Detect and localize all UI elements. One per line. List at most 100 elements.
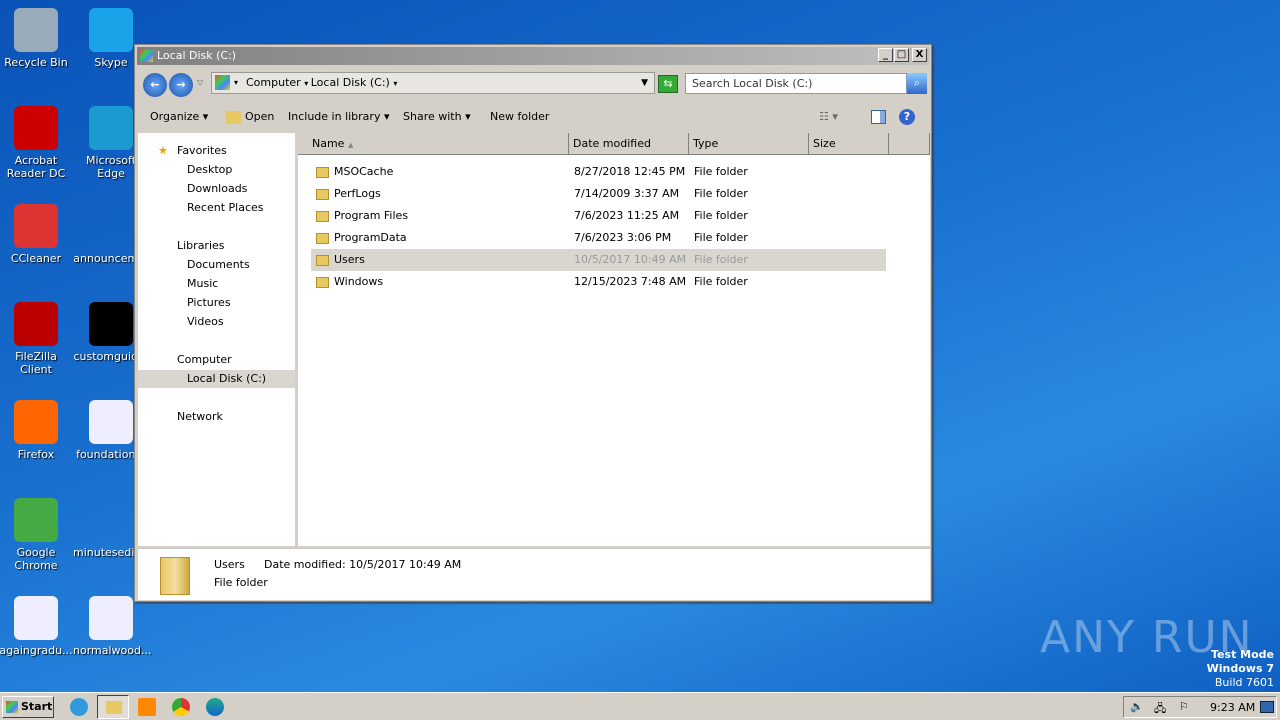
edge-icon[interactable] (206, 698, 224, 716)
file-row[interactable]: MSOCache 8/27/2018 12:45 PM File folder (311, 161, 886, 183)
folder-icon (316, 277, 329, 288)
address-dropdown[interactable]: ▼ (641, 73, 648, 93)
window-title: Local Disk (C:) (157, 49, 237, 62)
nav-recent-places[interactable]: Recent Places (187, 199, 264, 217)
nav-music[interactable]: Music (187, 275, 218, 293)
folder-icon (106, 701, 122, 714)
nav-downloads[interactable]: Downloads (187, 180, 247, 198)
file-row[interactable]: Users 10/5/2017 10:49 AM File folder (311, 249, 886, 271)
nav-computer[interactable]: Computer (177, 351, 232, 369)
action-center-flag-icon[interactable]: ⚐ (1179, 700, 1189, 713)
nav-desktop[interactable]: Desktop (187, 161, 232, 179)
file-name: PerfLogs (334, 187, 381, 200)
network-icon[interactable]: 🖧 (1154, 700, 1166, 719)
desktop-icon[interactable]: Google Chrome (0, 498, 74, 572)
volume-icon[interactable]: 🔈 (1130, 700, 1144, 713)
nav-libraries[interactable]: Libraries (177, 237, 225, 255)
open-button[interactable]: Open (245, 110, 274, 123)
desktop-icon-label: Google Chrome (14, 546, 58, 572)
column-size[interactable]: Size (809, 133, 889, 155)
nav-pictures[interactable]: Pictures (187, 294, 231, 312)
file-list: Name ▲ Date modified Type Size MSOCache 8… (298, 133, 930, 546)
details-pane: Users Date modified: 10/5/2017 10:49 AM … (138, 548, 930, 600)
explorer-taskbar-button[interactable] (97, 695, 129, 719)
file-date: 7/14/2009 3:37 AM (574, 187, 680, 200)
nav-documents[interactable]: Documents (187, 256, 250, 274)
nav-local-disk[interactable]: Local Disk (C:) (138, 370, 295, 388)
breadcrumb-computer[interactable]: Computer (246, 76, 301, 89)
show-desktop-icon[interactable] (1260, 701, 1274, 713)
forward-button[interactable]: → (169, 73, 193, 97)
desktop-icon[interactable]: FileZilla Client (0, 302, 74, 376)
desktop-icon-label: Acrobat Reader DC (6, 154, 66, 180)
close-button[interactable]: X (912, 48, 927, 62)
details-date: Date modified: 10/5/2017 10:49 AM (264, 558, 462, 571)
new-folder-button[interactable]: New folder (490, 110, 549, 123)
favorites-icon: ★ (158, 144, 168, 157)
include-in-library-menu[interactable]: Include in library ▾ (288, 110, 389, 123)
file-row[interactable]: PerfLogs 7/14/2009 3:37 AM File folder (311, 183, 886, 205)
desktop-icon[interactable]: normalwood... (73, 596, 151, 657)
desktop-icon[interactable]: Acrobat Reader DC (0, 106, 74, 180)
app-icon (14, 596, 58, 640)
build-label: Build 7601 (1214, 676, 1274, 689)
column-name[interactable]: Name ▲ (298, 133, 569, 155)
recent-pages-dropdown[interactable]: ▽ (197, 78, 203, 87)
preview-pane-button[interactable] (871, 110, 886, 124)
help-button[interactable]: ? (899, 109, 915, 125)
maximize-button[interactable]: □ (894, 48, 909, 62)
nav-network[interactable]: Network (177, 408, 223, 426)
explorer-window: Local Disk (C:) _ □ X ← → ▽ ▾ Computer ▾… (134, 44, 932, 602)
organize-menu[interactable]: Organize ▾ (150, 110, 208, 123)
desktop-icon[interactable]: CCleaner (0, 204, 74, 265)
app-icon (89, 8, 133, 52)
app-icon (89, 204, 133, 248)
minimize-button[interactable]: _ (878, 48, 893, 62)
folder-open-icon (226, 111, 241, 124)
internet-explorer-icon[interactable] (70, 698, 88, 716)
refresh-button[interactable]: ⇆ (658, 75, 678, 93)
desktop-icon-label: Recycle Bin (4, 56, 68, 69)
desktop-icon[interactable]: againgradu... (0, 596, 74, 657)
search-input[interactable]: Search Local Disk (C:) (685, 73, 907, 94)
chrome-icon[interactable] (172, 698, 190, 716)
file-date: 12/15/2023 7:48 AM (574, 275, 687, 288)
file-name: Users (334, 253, 365, 266)
title-bar[interactable]: Local Disk (C:) (137, 47, 929, 65)
app-icon (89, 302, 133, 346)
address-bar[interactable]: ▾ Computer ▾ Local Disk (C:) ▾ ▼ (211, 72, 655, 94)
desktop-icon-label: CCleaner (10, 252, 62, 265)
file-row[interactable]: Windows 12/15/2023 7:48 AM File folder (311, 271, 886, 293)
file-type: File folder (694, 275, 748, 288)
column-type[interactable]: Type (689, 133, 809, 155)
file-type: File folder (694, 165, 748, 178)
start-button[interactable]: Start (2, 696, 54, 718)
desktop-icon-label: Firefox (17, 448, 55, 461)
file-type: File folder (694, 231, 748, 244)
desktop-icon[interactable]: Recycle Bin (0, 8, 74, 69)
file-type: File folder (694, 253, 748, 266)
details-type: File folder (214, 576, 268, 589)
back-button[interactable]: ← (143, 73, 167, 97)
nav-favorites[interactable]: Favorites (177, 142, 227, 160)
app-icon (89, 400, 133, 444)
search-button[interactable]: ⌕ (907, 73, 927, 94)
share-with-menu[interactable]: Share with ▾ (403, 110, 471, 123)
system-tray: 🔈 🖧 ⚐ 9:23 AM (1123, 696, 1277, 718)
column-filler (889, 133, 930, 155)
desktop-icon-label: againgradu... (0, 644, 73, 657)
file-row[interactable]: ProgramData 7/6/2023 3:06 PM File folder (311, 227, 886, 249)
clock[interactable]: 9:23 AM (1210, 701, 1255, 714)
file-name: Windows (334, 275, 384, 288)
view-options-button[interactable]: ☷ ▾ (819, 110, 838, 123)
file-row[interactable]: Program Files 7/6/2023 11:25 AM File folde… (311, 205, 886, 227)
column-date-modified[interactable]: Date modified (569, 133, 689, 155)
app-icon (14, 204, 58, 248)
desktop-icon[interactable]: Firefox (0, 400, 74, 461)
media-player-icon[interactable] (138, 698, 156, 716)
folder-large-icon (160, 557, 190, 595)
breadcrumb-local-disk[interactable]: Local Disk (C:) (311, 76, 390, 89)
file-type: File folder (694, 209, 748, 222)
file-type: File folder (694, 187, 748, 200)
nav-videos[interactable]: Videos (187, 313, 224, 331)
